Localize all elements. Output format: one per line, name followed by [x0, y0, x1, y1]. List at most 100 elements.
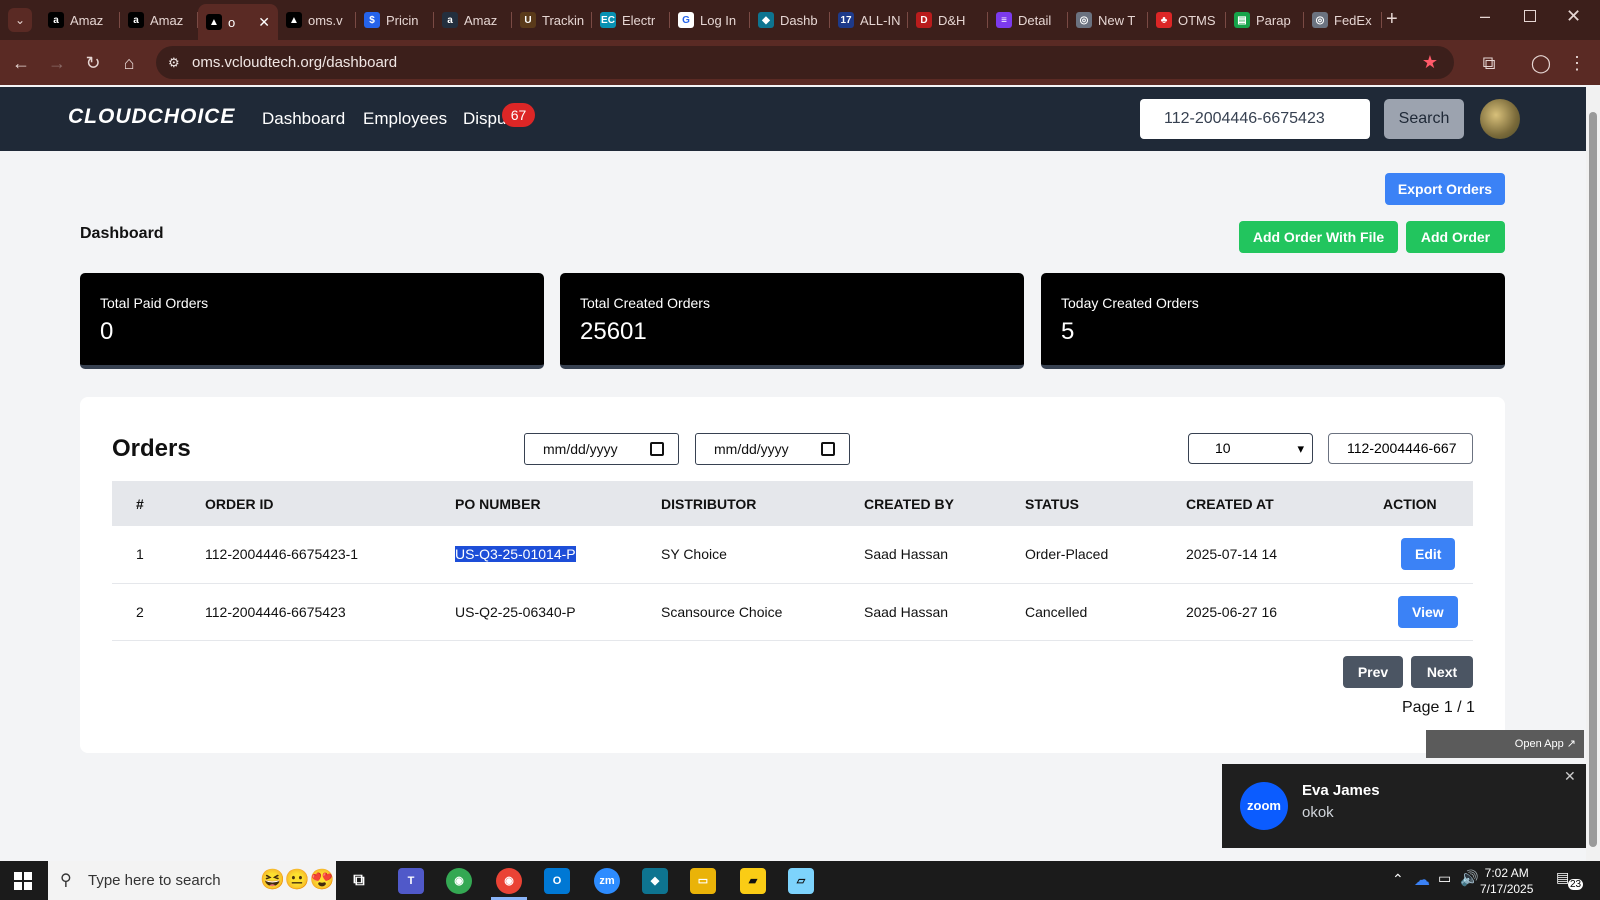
zoom-chat-notification[interactable]: zoom Eva James okok ✕ [1222, 764, 1586, 848]
taskbar-search-box[interactable]: ⚲ Type here to search 😆😐😍 [48, 861, 336, 900]
browser-tab[interactable]: D D&H [908, 6, 988, 34]
date-to-placeholder: mm/dd/yyyy [714, 441, 789, 457]
new-tab-button[interactable]: + [1386, 8, 1398, 31]
browser-tab[interactable]: ◎ New T [1068, 6, 1148, 34]
nav-link-dashboard[interactable]: Dashboard [262, 109, 345, 129]
clock-time: 7:02 AM [1484, 866, 1529, 880]
tray-chevron-icon[interactable]: ⌃ [1392, 871, 1404, 888]
stat-label: Total Created Orders [580, 295, 710, 311]
restore-button[interactable] [1524, 10, 1536, 22]
next-page-button[interactable]: Next [1411, 656, 1473, 688]
browser-tab[interactable]: ▤ Parap [1226, 6, 1304, 34]
calendar-icon[interactable] [650, 442, 664, 456]
network-icon[interactable]: ▭ [1438, 870, 1451, 887]
browser-tab[interactable]: $ Pricin [356, 6, 434, 34]
emoji-icon: 😆😐😍 [260, 869, 335, 891]
tab-favicon-icon: a [442, 12, 458, 28]
browser-tab[interactable]: ▲ oms.v [278, 6, 356, 34]
forward-icon[interactable]: → [44, 50, 70, 76]
reload-icon[interactable]: ↻ [80, 50, 106, 76]
tab-title: o [228, 14, 236, 30]
cell-po-number[interactable]: US-Q3-25-01014-P [455, 526, 661, 584]
date-to-input[interactable]: mm/dd/yyyy [695, 433, 850, 465]
cell-created-at: 2025-07-14 14 [1186, 526, 1377, 584]
windows-start-icon[interactable] [14, 872, 32, 890]
back-icon[interactable]: ← [8, 50, 34, 76]
cell-created-by: Saad Hassan [864, 583, 1025, 641]
browser-tab[interactable]: ◆ Dashb [750, 6, 830, 34]
search-button[interactable]: Search [1384, 99, 1464, 139]
notifications-icon[interactable]: ▤ 23 [1556, 869, 1584, 891]
site-info-icon[interactable]: ⚙ [168, 46, 180, 79]
taskbar-clock[interactable]: 7:02 AM 7/17/2025 [1480, 865, 1533, 897]
browser-tab[interactable]: ≡ Detail [988, 6, 1068, 34]
table-row: 2 112-2004446-6675423 US-Q2-25-06340-P S… [112, 583, 1473, 641]
tab-search-menu-button[interactable]: ⌄ [8, 8, 32, 32]
tab-favicon-icon: G [678, 12, 694, 28]
browser-tab[interactable]: a Amaz [40, 6, 120, 34]
browser-tab[interactable]: 17 ALL-IN [830, 6, 908, 34]
user-avatar[interactable] [1480, 99, 1520, 139]
stat-card-total-paid: Total Paid Orders 0 [80, 273, 544, 369]
add-order-with-file-button[interactable]: Add Order With File [1239, 221, 1398, 253]
app-diamond-icon[interactable]: ◆ [642, 868, 668, 894]
minimize-button[interactable]: – [1480, 6, 1490, 27]
browser-tab[interactable]: ▲ o ✕ [198, 4, 278, 40]
edit-order-button[interactable]: Edit [1401, 538, 1456, 571]
view-order-button[interactable]: View [1398, 595, 1458, 628]
chrome-profile-icon[interactable]: ◉ [496, 868, 522, 894]
close-tab-icon[interactable]: ✕ [258, 14, 270, 31]
notepad-icon[interactable]: ▱ [788, 868, 814, 894]
cloudchoice-logo[interactable]: CLOUDCHOICE [68, 105, 235, 129]
orders-filter-input[interactable]: 112-2004446-667 [1328, 433, 1473, 464]
browser-tab[interactable]: ◎ FedEx [1304, 6, 1382, 34]
file-explorer-icon[interactable]: ▭ [690, 868, 716, 894]
tab-favicon-icon: ≡ [996, 12, 1012, 28]
tab-favicon-icon: ◆ [758, 12, 774, 28]
per-page-select[interactable]: 10 ▾ [1188, 433, 1313, 464]
browser-tab[interactable]: G Log In [670, 6, 750, 34]
extensions-icon[interactable]: ⧉ [1476, 50, 1502, 76]
bookmark-star-icon[interactable]: ★ [1422, 46, 1438, 79]
tab-title: Dashb [780, 12, 818, 28]
outlook-icon[interactable]: O [544, 868, 570, 894]
browser-tab[interactable]: a Amaz [434, 6, 512, 34]
page-info: Page 1 / 1 [1402, 699, 1475, 716]
task-view-icon[interactable]: ⧉ [346, 868, 372, 894]
close-icon[interactable]: ✕ [1564, 768, 1576, 785]
browser-tab[interactable]: EC Electr [592, 6, 670, 34]
stat-label: Total Paid Orders [100, 295, 209, 311]
export-orders-button[interactable]: Export Orders [1385, 173, 1505, 205]
zoom-app-icon[interactable]: zm [594, 868, 620, 894]
home-icon[interactable]: ⌂ [116, 50, 142, 76]
profile-icon[interactable]: ◯ [1528, 50, 1554, 76]
col-header-created-by: CREATED BY [864, 481, 1025, 526]
onedrive-icon[interactable]: ☁ [1414, 870, 1430, 890]
zoom-open-app-link[interactable]: Open App ↗ [1426, 730, 1584, 758]
calendar-icon[interactable] [821, 442, 835, 456]
tab-title: Amaz [70, 12, 104, 28]
date-from-input[interactable]: mm/dd/yyyy [524, 433, 679, 465]
volume-icon[interactable]: 🔊 [1460, 869, 1479, 887]
notification-count: 23 [1568, 879, 1584, 890]
teams-icon[interactable]: T [398, 868, 424, 894]
browser-menu-icon[interactable]: ⋮ [1564, 50, 1590, 76]
tab-favicon-icon: ▲ [206, 14, 222, 30]
order-search-input[interactable] [1140, 99, 1370, 139]
nav-link-disputes[interactable]: Dispu [463, 109, 506, 129]
tab-title: Parap [1256, 12, 1291, 28]
scrollbar-thumb[interactable] [1589, 112, 1597, 847]
col-header-distributor: DISTRIBUTOR [661, 481, 864, 526]
address-bar[interactable]: ⚙ oms.vcloudtech.org/dashboard ★ [156, 46, 1454, 79]
prev-page-button[interactable]: Prev [1343, 656, 1403, 688]
add-order-button[interactable]: Add Order [1406, 221, 1505, 253]
sticky-notes-icon[interactable]: ▰ [740, 868, 766, 894]
close-window-button[interactable]: ✕ [1566, 6, 1581, 27]
browser-tab[interactable]: ♣ OTMS [1148, 6, 1226, 34]
chevron-down-icon: ▾ [1297, 441, 1304, 456]
nav-link-employees[interactable]: Employees [363, 109, 447, 129]
browser-tab[interactable]: U Trackin [512, 6, 592, 34]
browser-tab[interactable]: a Amaz [120, 6, 198, 34]
stat-value: 5 [1061, 318, 1075, 345]
chrome-icon[interactable]: ◉ [446, 868, 472, 894]
